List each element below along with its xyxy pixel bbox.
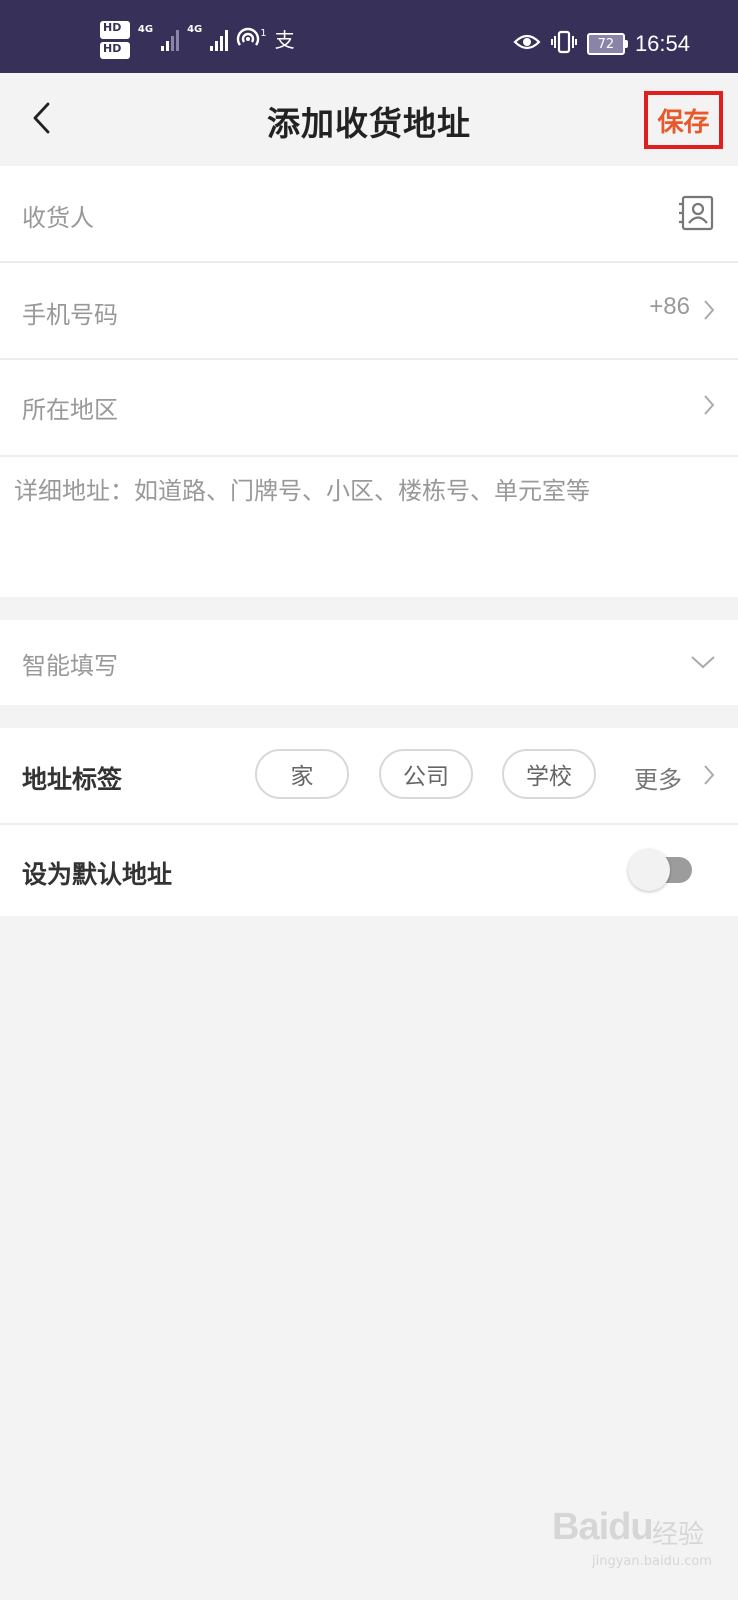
phone-field[interactable]: 手机号码 +86 [0, 263, 738, 358]
tag-school-button[interactable]: 学校 [502, 749, 596, 799]
hotspot-icon [236, 27, 260, 53]
eye-icon [513, 32, 541, 56]
clock: 16:54 [634, 31, 690, 56]
tags-default-section: 地址标签 家 公司 学校 更多 设为默认地址 [0, 728, 738, 916]
chevron-right-icon [704, 395, 715, 415]
status-bar: HD1 HD2 4G 4G 1 支 72 16:54 [0, 0, 738, 73]
smart-fill-label: 智能填写 [22, 652, 118, 680]
signal-1-icon [161, 29, 180, 51]
alipay-icon: 支 [274, 28, 295, 52]
region-selector[interactable]: 所在地区 [22, 390, 118, 425]
hotspot-count: 1 [260, 27, 267, 39]
page-title: 添加收货地址 [267, 104, 471, 143]
region-field[interactable]: 所在地区 [0, 360, 738, 455]
smart-fill-section[interactable]: 智能填写 [0, 620, 738, 705]
chevron-down-icon[interactable] [690, 654, 716, 670]
navigation-bar: 添加收货地址 保存 [0, 73, 738, 166]
detail-address-input[interactable]: 详细地址：如道路、门牌号、小区、楼栋号、单元室等 [14, 475, 634, 507]
country-code[interactable]: +86 [649, 293, 690, 321]
signal-2-icon [210, 29, 229, 51]
status-right: 72 16:54 [513, 30, 690, 58]
watermark-brand: Baidu [552, 1506, 654, 1548]
contacts-book-icon[interactable] [678, 194, 716, 232]
hd-indicators: HD1 HD2 [100, 21, 130, 59]
default-address-row: 设为默认地址 [0, 825, 738, 916]
hd1-badge: HD1 [100, 21, 130, 39]
baidu-jingyan-watermark: Baidu 经验 jingyan.baidu.com [548, 1504, 718, 1574]
hd2-badge: HD2 [100, 41, 130, 59]
network-type-2: 4G [187, 24, 203, 35]
chevron-right-icon [704, 765, 715, 785]
address-form: 收货人 手机号码 +86 所在地区 详细地址：如道路、门牌号、小区、楼栋号、单元… [0, 166, 738, 597]
tag-company-button[interactable]: 公司 [379, 749, 473, 799]
save-button[interactable]: 保存 [644, 91, 723, 149]
phone-input[interactable]: 手机号码 [22, 295, 118, 330]
status-left: HD1 HD2 4G 4G 1 支 [100, 20, 295, 60]
toggle-knob [628, 849, 670, 891]
detail-address-field[interactable]: 详细地址：如道路、门牌号、小区、楼栋号、单元室等 [0, 457, 738, 597]
battery-icon: 72 [586, 33, 628, 55]
more-tags-button[interactable]: 更多 [634, 760, 682, 795]
tag-home-button[interactable]: 家 [255, 749, 349, 799]
recipient-input[interactable]: 收货人 [22, 198, 94, 233]
address-tags-label: 地址标签 [22, 765, 123, 794]
watermark-url: jingyan.baidu.com [592, 1554, 712, 1569]
address-tags-row: 地址标签 家 公司 学校 更多 [0, 728, 738, 823]
recipient-field[interactable]: 收货人 [0, 166, 738, 261]
chevron-right-icon [704, 300, 715, 320]
default-address-label: 设为默认地址 [22, 860, 173, 889]
vibrate-icon [550, 30, 577, 58]
watermark-cn: 经验 [652, 1520, 705, 1550]
default-address-toggle[interactable] [628, 849, 693, 891]
network-type-1: 4G [137, 24, 154, 35]
